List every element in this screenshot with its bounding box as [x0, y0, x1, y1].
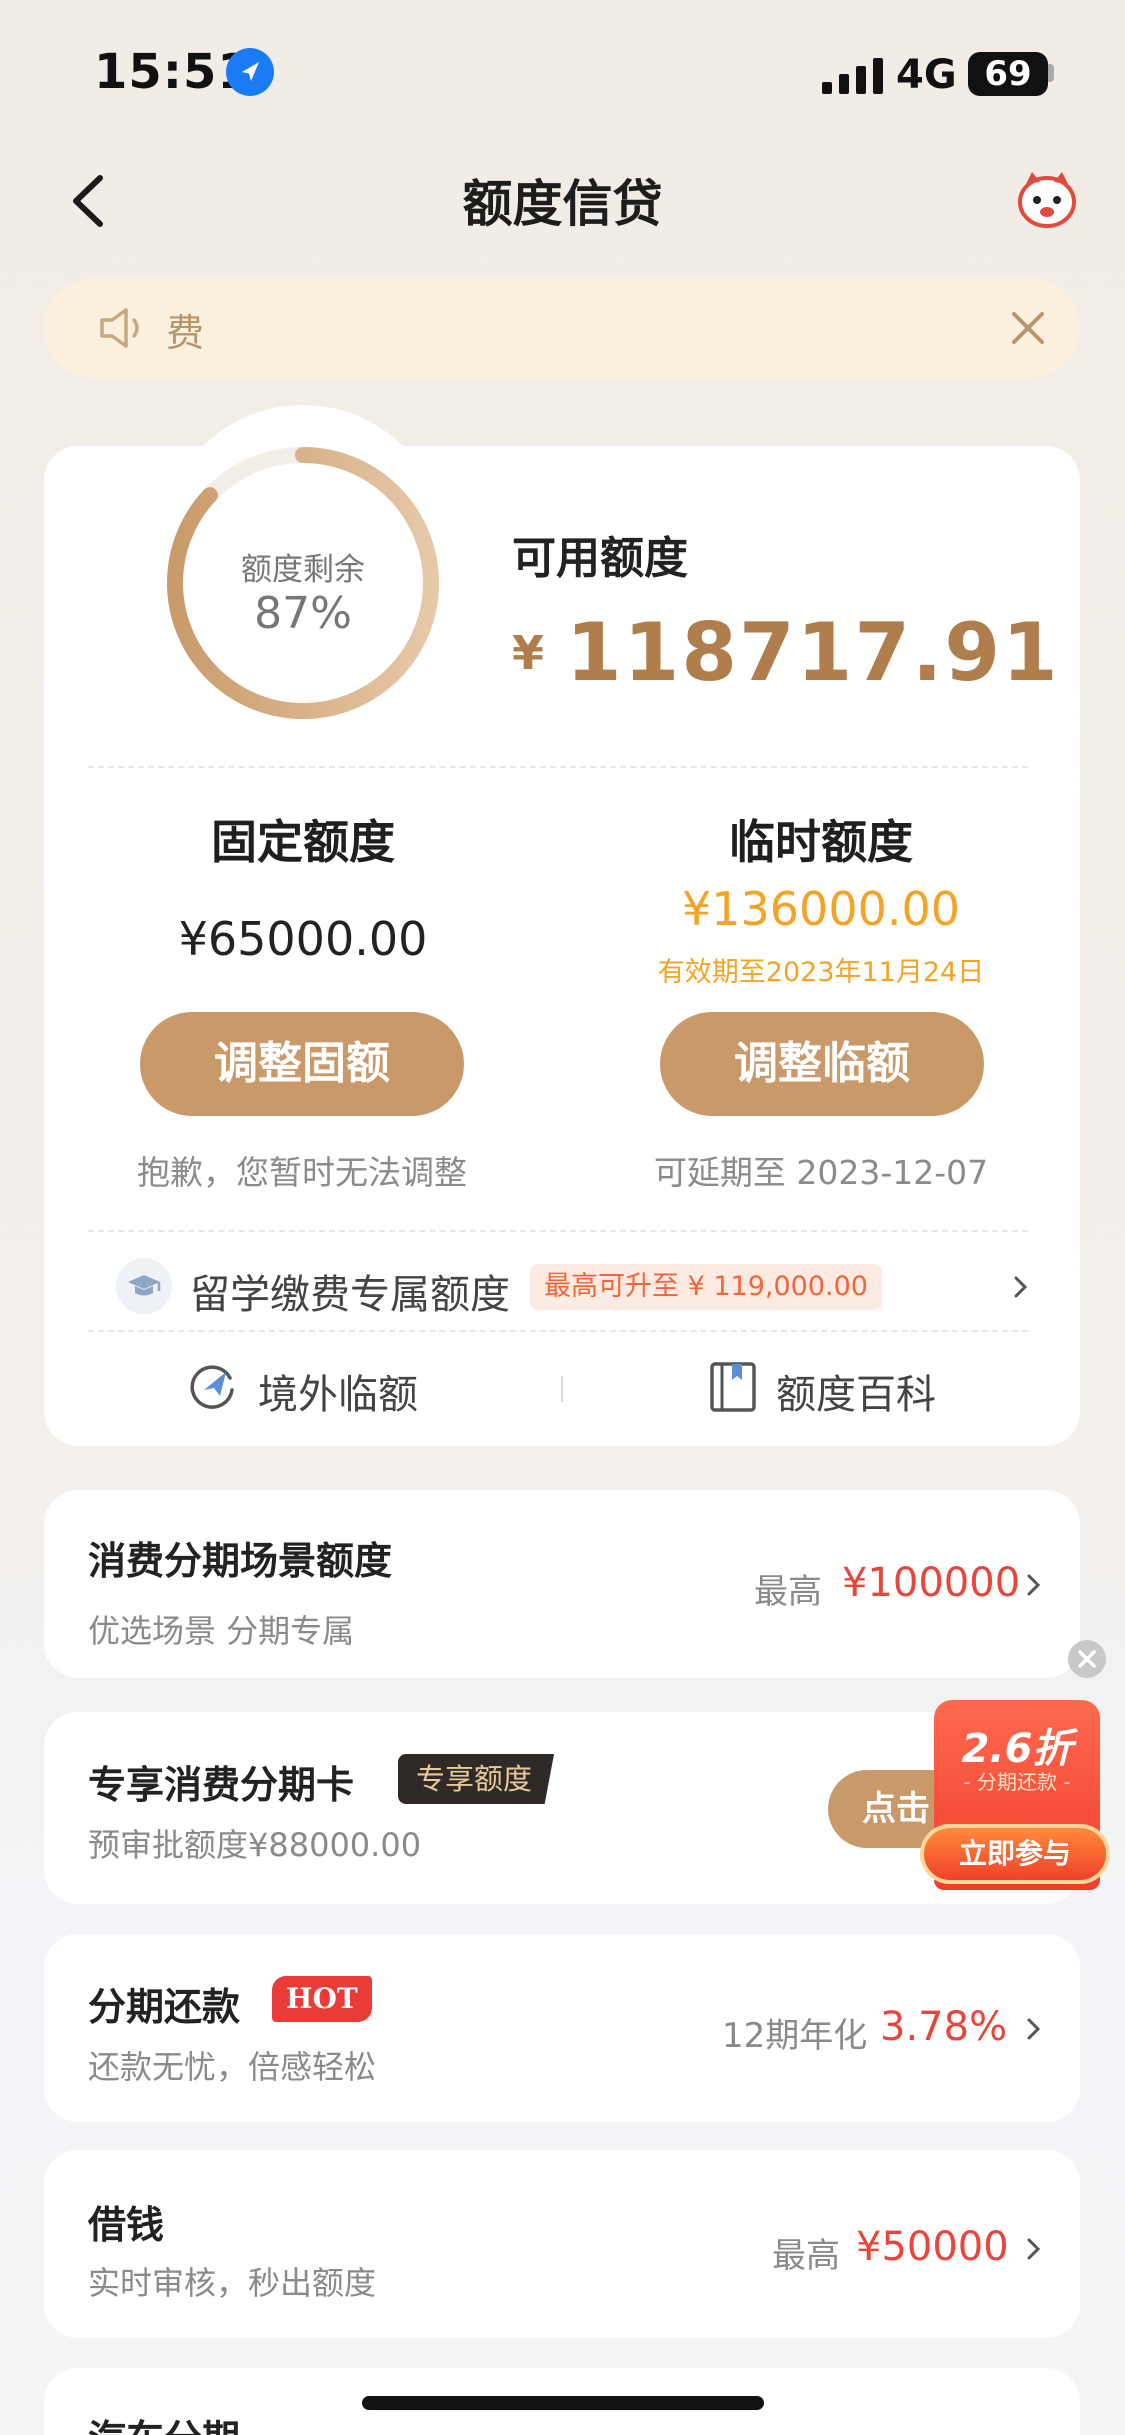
- promo-caption: - 分期还款 -: [963, 1770, 1071, 1794]
- temporary-quota-amount: ¥136000.00: [681, 882, 961, 936]
- book-icon[interactable]: [708, 1360, 758, 1414]
- close-icon[interactable]: [1006, 306, 1050, 350]
- row-prefix: 12期年化: [722, 2016, 868, 2056]
- available-label: 可用额度: [512, 533, 688, 584]
- chevron-right-icon: [1024, 2236, 1044, 2262]
- divider: [88, 766, 1028, 768]
- chevron-right-icon: [1024, 1572, 1044, 1598]
- ring-label: 额度剩余: [241, 552, 365, 588]
- row-value: ¥100000: [842, 1560, 1021, 1606]
- battery-icon: 69: [968, 52, 1048, 96]
- home-indicator: [362, 2396, 764, 2410]
- mascot-icon[interactable]: [1014, 168, 1080, 230]
- adjust-temporary-button[interactable]: 调整临额: [660, 1012, 984, 1116]
- speaker-icon: [98, 304, 150, 352]
- row-title: 汽车分期: [88, 2408, 240, 2435]
- fixed-note: 抱歉，您暂时无法调整: [137, 1153, 467, 1192]
- row-subtitle: 预审批额度¥88000.00: [88, 1826, 422, 1864]
- available-currency: ¥: [512, 626, 545, 680]
- row-subtitle: 实时审核，秒出额度: [88, 2264, 377, 2302]
- row-prefix: 最高: [772, 2236, 840, 2276]
- page-title: 额度信贷: [462, 175, 663, 233]
- study-quota-row[interactable]: 留学缴费专属额度: [190, 1262, 510, 1320]
- available-amount: 118717.91: [566, 606, 1060, 699]
- divider: [88, 1330, 1028, 1332]
- fixed-quota-title: 固定额度: [211, 815, 395, 869]
- graduation-cap-icon: [116, 1258, 172, 1314]
- divider: [88, 1230, 1028, 1232]
- hot-badge: HOT: [272, 1976, 372, 2022]
- promo-close-icon[interactable]: [1068, 1640, 1106, 1678]
- battery-cap: [1048, 64, 1054, 82]
- network-type: 4G: [896, 52, 957, 98]
- row-title: 借钱: [88, 2203, 165, 2247]
- overseas-quota-link[interactable]: 境外临额: [258, 1362, 418, 1420]
- adjust-fixed-button[interactable]: 调整固额: [140, 1012, 464, 1116]
- fixed-quota-amount: ¥65000.00: [178, 912, 428, 966]
- location-icon: [226, 48, 274, 96]
- row-subtitle: 还款无忧，倍感轻松: [88, 2048, 377, 2086]
- study-quota-tag: 最高可升至 ¥ 119,000.00: [530, 1264, 882, 1310]
- row-subtitle: 优选场景 分期专属: [88, 1612, 355, 1650]
- chevron-right-icon[interactable]: [1010, 1274, 1032, 1300]
- ring-percent: 87%: [254, 588, 352, 639]
- row-value: ¥50000: [856, 2224, 1009, 2270]
- row-value: 3.78%: [880, 2004, 1008, 2050]
- chevron-right-icon: [1024, 2016, 1044, 2042]
- temporary-valid-until: 有效期至2023年11月24日: [657, 957, 985, 988]
- join-now-button[interactable]: 立即参与: [920, 1824, 1110, 1884]
- link-divider: [561, 1376, 563, 1402]
- cellular-signal-icon: [822, 58, 884, 94]
- row-title: 专享消费分期卡: [88, 1763, 355, 1807]
- exclusive-badge: 专享额度: [398, 1754, 555, 1804]
- row-title: 消费分期场景额度: [88, 1539, 393, 1583]
- temporary-quota-title: 临时额度: [729, 815, 913, 869]
- temporary-note: 可延期至 2023-12-07: [653, 1153, 989, 1192]
- quota-wiki-link[interactable]: 额度百科: [776, 1362, 936, 1420]
- row-prefix: 最高: [754, 1572, 822, 1612]
- notice-text: 费: [166, 311, 205, 355]
- row-title: 分期还款: [88, 1985, 241, 2029]
- plane-return-icon[interactable]: [186, 1360, 240, 1414]
